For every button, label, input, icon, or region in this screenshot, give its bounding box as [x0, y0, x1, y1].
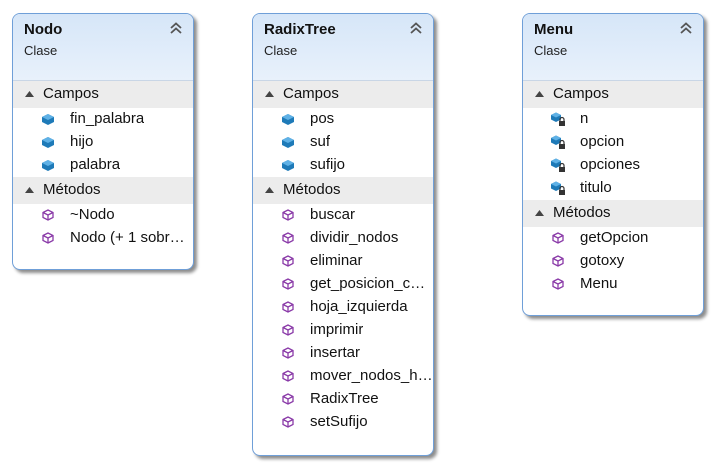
collapse-chevron-icon[interactable]	[169, 21, 183, 35]
section-expanded-triangle-icon	[25, 91, 34, 97]
method-item[interactable]: eliminar	[253, 250, 433, 273]
methods-section-header[interactable]: Métodos	[13, 177, 193, 204]
method-icon	[552, 232, 564, 244]
field-icon	[42, 160, 54, 171]
field-icon	[42, 114, 54, 125]
method-icon	[282, 416, 294, 428]
method-item[interactable]: dividir_nodos	[253, 227, 433, 250]
method-item[interactable]: insertar	[253, 342, 433, 365]
method-item[interactable]: imprimir	[253, 319, 433, 342]
class-box-nodo[interactable]: Nodo Clase Campos fin_palabra hijo palab…	[12, 13, 194, 270]
class-name: Menu	[534, 21, 574, 38]
method-icon	[282, 370, 294, 382]
section-expanded-triangle-icon	[25, 187, 34, 193]
fields-section-header[interactable]: Campos	[253, 81, 433, 108]
method-icon	[282, 209, 294, 221]
collapse-chevron-icon[interactable]	[409, 21, 423, 35]
method-item[interactable]: hoja_izquierda	[253, 296, 433, 319]
method-icon	[42, 209, 54, 221]
method-item[interactable]: gotoxy	[523, 250, 703, 273]
method-icon	[552, 255, 564, 267]
collapse-chevron-icon[interactable]	[679, 21, 693, 35]
private-field-icon	[551, 158, 565, 172]
method-item[interactable]: get_posicion_c…	[253, 273, 433, 296]
fields-list: n opcion opciones titulo	[523, 108, 703, 200]
section-expanded-triangle-icon	[265, 91, 274, 97]
method-item[interactable]: RadixTree	[253, 388, 433, 411]
field-icon	[42, 137, 54, 148]
class-name: Nodo	[24, 21, 63, 38]
private-field-icon	[551, 135, 565, 149]
class-header: Menu Clase	[523, 14, 703, 81]
methods-list: getOpcion gotoxy Menu	[523, 227, 703, 296]
field-item[interactable]: palabra	[13, 154, 193, 177]
field-item[interactable]: titulo	[523, 177, 703, 200]
class-header: RadixTree Clase	[253, 14, 433, 81]
method-icon	[282, 232, 294, 244]
section-expanded-triangle-icon	[535, 210, 544, 216]
private-field-icon	[551, 112, 565, 126]
class-box-menu[interactable]: Menu Clase Campos n opcion opciones titu…	[522, 13, 704, 316]
method-item[interactable]: setSufijo	[253, 411, 433, 434]
method-icon	[282, 393, 294, 405]
fields-list: pos suf sufijo	[253, 108, 433, 177]
fields-list: fin_palabra hijo palabra	[13, 108, 193, 177]
field-icon	[282, 137, 294, 148]
class-name: RadixTree	[264, 21, 336, 38]
method-icon	[552, 278, 564, 290]
method-item[interactable]: Nodo (+ 1 sobr…	[13, 227, 193, 250]
field-item[interactable]: opciones	[523, 154, 703, 177]
section-expanded-triangle-icon	[265, 187, 274, 193]
method-item[interactable]: ~Nodo	[13, 204, 193, 227]
method-icon	[282, 324, 294, 336]
class-stereotype: Clase	[24, 43, 58, 58]
methods-section-header[interactable]: Métodos	[523, 200, 703, 227]
method-icon	[42, 232, 54, 244]
method-icon	[282, 347, 294, 359]
methods-list: ~Nodo Nodo (+ 1 sobr…	[13, 204, 193, 250]
fields-section-header[interactable]: Campos	[523, 81, 703, 108]
field-item[interactable]: opcion	[523, 131, 703, 154]
section-expanded-triangle-icon	[535, 91, 544, 97]
class-stereotype: Clase	[534, 43, 568, 58]
field-item[interactable]: hijo	[13, 131, 193, 154]
class-header: Nodo Clase	[13, 14, 193, 81]
field-item[interactable]: fin_palabra	[13, 108, 193, 131]
fields-section-header[interactable]: Campos	[13, 81, 193, 108]
class-box-radixtree[interactable]: RadixTree Clase Campos pos suf sufijo Mé…	[252, 13, 434, 456]
class-stereotype: Clase	[264, 43, 298, 58]
private-field-icon	[551, 181, 565, 195]
method-item[interactable]: mover_nodos_h…	[253, 365, 433, 388]
field-item[interactable]: pos	[253, 108, 433, 131]
method-icon	[282, 255, 294, 267]
field-item[interactable]: suf	[253, 131, 433, 154]
methods-list: buscar dividir_nodos eliminar get_posici…	[253, 204, 433, 434]
method-icon	[282, 278, 294, 290]
method-item[interactable]: buscar	[253, 204, 433, 227]
field-item[interactable]: n	[523, 108, 703, 131]
field-icon	[282, 114, 294, 125]
method-icon	[282, 301, 294, 313]
method-item[interactable]: getOpcion	[523, 227, 703, 250]
methods-section-header[interactable]: Métodos	[253, 177, 433, 204]
field-icon	[282, 160, 294, 171]
field-item[interactable]: sufijo	[253, 154, 433, 177]
method-item[interactable]: Menu	[523, 273, 703, 296]
